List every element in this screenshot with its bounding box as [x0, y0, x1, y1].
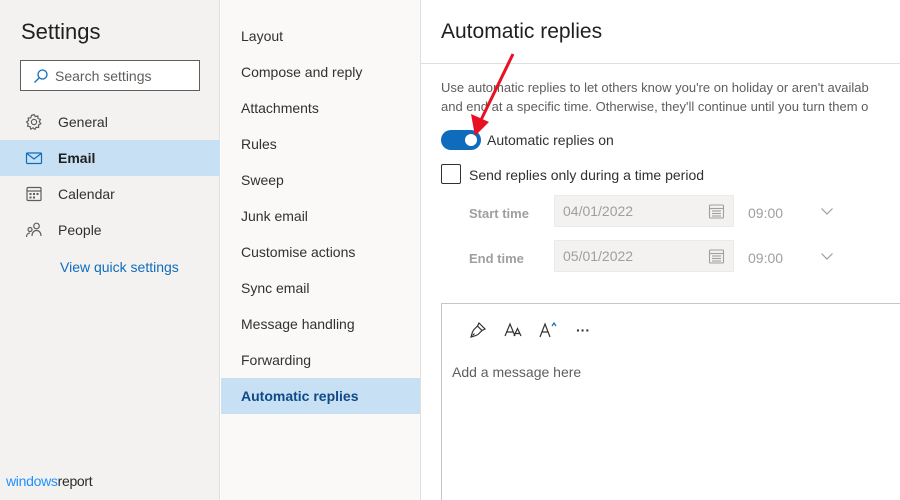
start-time-label: Start time	[469, 206, 529, 221]
sidebar-item-label: People	[58, 222, 102, 238]
more-options-icon[interactable]: ···	[567, 318, 599, 342]
sidebar-item-email[interactable]: Email	[0, 140, 220, 176]
gear-icon	[25, 113, 43, 131]
message-editor: ···	[441, 303, 900, 500]
sidebar-item-calendar[interactable]: Calendar	[0, 176, 220, 212]
sidebar-item-label: Calendar	[58, 186, 115, 202]
message-input[interactable]	[452, 364, 892, 380]
page-title: Automatic replies	[441, 20, 603, 43]
search-box[interactable]	[20, 60, 200, 91]
submenu-item-customise-actions[interactable]: Customise actions	[221, 234, 420, 270]
description-text: Use automatic replies to let others know…	[441, 78, 900, 116]
submenu-item-layout[interactable]: Layout	[221, 18, 420, 54]
end-time-value[interactable]: 09:00	[748, 250, 783, 266]
settings-title: Settings	[21, 19, 101, 44]
end-date-picker[interactable]: 05/01/2022	[554, 240, 734, 272]
start-time-value[interactable]: 09:00	[748, 205, 783, 221]
submenu-item-sweep[interactable]: Sweep	[221, 162, 420, 198]
view-quick-settings-link[interactable]: View quick settings	[60, 259, 179, 275]
automatic-replies-toggle[interactable]	[441, 130, 481, 150]
sidebar-item-label: General	[58, 114, 108, 130]
end-time-label: End time	[469, 251, 524, 266]
email-settings-submenu: Layout Compose and reply Attachments Rul…	[221, 0, 421, 500]
chevron-down-icon[interactable]	[820, 205, 834, 217]
sidebar-item-label: Email	[58, 150, 96, 166]
font-size-icon[interactable]	[497, 318, 529, 342]
calendar-icon	[25, 185, 43, 203]
end-date-value: 05/01/2022	[563, 248, 634, 264]
submenu-item-automatic-replies[interactable]: Automatic replies	[221, 378, 420, 414]
brand-suffix: report	[57, 473, 93, 489]
toggle-knob	[465, 134, 477, 146]
calendar-icon	[708, 249, 725, 264]
chevron-down-icon[interactable]	[820, 250, 834, 262]
windowsreport-logo: windowsreport	[6, 473, 93, 489]
submenu-item-forwarding[interactable]: Forwarding	[221, 342, 420, 378]
time-period-checkbox[interactable]	[441, 164, 461, 184]
submenu-item-rules[interactable]: Rules	[221, 126, 420, 162]
submenu-item-sync-email[interactable]: Sync email	[221, 270, 420, 306]
time-period-checkbox-label: Send replies only during a time period	[469, 167, 705, 183]
description-line-2: and end at a specific time. Otherwise, t…	[441, 99, 869, 114]
text-highlight-icon[interactable]	[532, 318, 564, 342]
sidebar-item-general[interactable]: General	[0, 104, 220, 140]
description-line-1: Use automatic replies to let others know…	[441, 80, 869, 95]
calendar-icon	[708, 204, 725, 219]
start-date-value: 04/01/2022	[563, 203, 634, 219]
brand-prefix: windows	[6, 473, 58, 489]
submenu-item-message-handling[interactable]: Message handling	[221, 306, 420, 342]
sidebar-item-people[interactable]: People	[0, 212, 220, 248]
people-icon	[25, 221, 43, 239]
search-icon	[34, 68, 48, 83]
format-painter-icon[interactable]	[462, 318, 494, 342]
settings-sidebar: Settings General Email	[0, 0, 220, 500]
start-date-picker[interactable]: 04/01/2022	[554, 195, 734, 227]
mail-icon	[25, 149, 43, 167]
search-input[interactable]	[55, 67, 195, 84]
automatic-replies-panel: Automatic replies Use automatic replies …	[421, 0, 900, 500]
editor-toolbar: ···	[462, 318, 602, 342]
submenu-item-attachments[interactable]: Attachments	[221, 90, 420, 126]
automatic-replies-toggle-label: Automatic replies on	[487, 132, 614, 148]
submenu-item-junk-email[interactable]: Junk email	[221, 198, 420, 234]
header-divider	[421, 63, 900, 64]
submenu-item-compose-and-reply[interactable]: Compose and reply	[221, 54, 420, 90]
